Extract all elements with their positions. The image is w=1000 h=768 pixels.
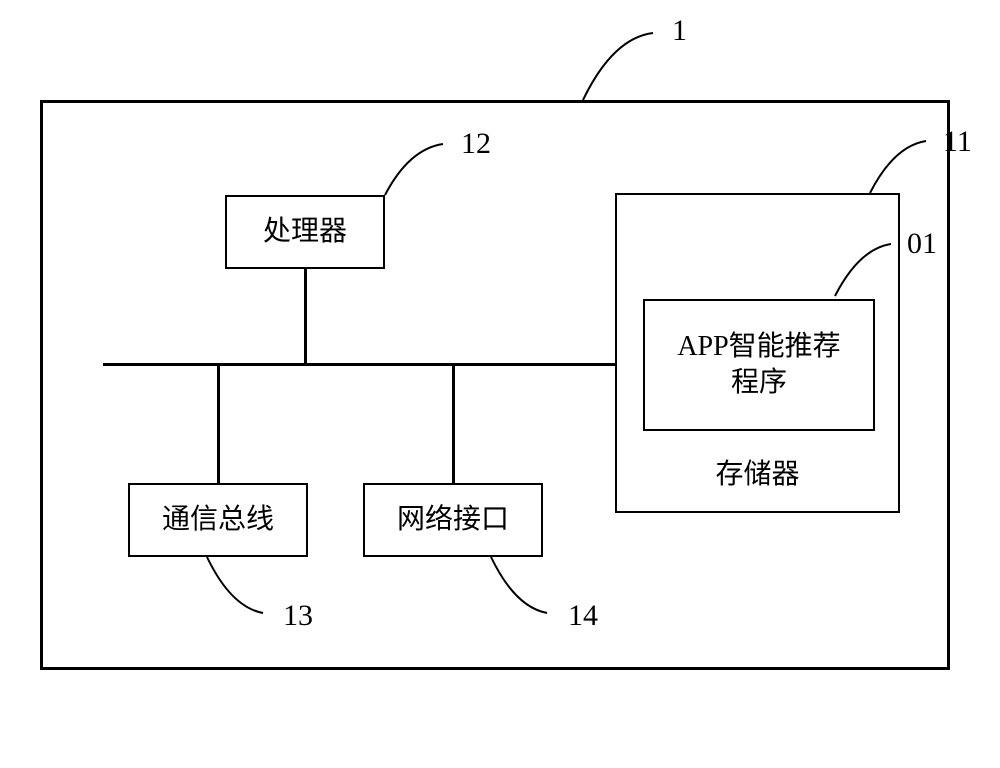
- net-block: 网络接口: [363, 483, 543, 557]
- processor-connector: [304, 269, 307, 365]
- bus-block: 通信总线: [128, 483, 308, 557]
- annotation-bus: 13: [283, 599, 313, 633]
- net-connector: [452, 363, 455, 483]
- memory-label: 存储器: [617, 457, 898, 493]
- bus-connector: [217, 363, 220, 483]
- bus-label: 通信总线: [162, 502, 274, 538]
- leader-device: [583, 30, 663, 102]
- leader-processor: [385, 141, 455, 201]
- net-label: 网络接口: [397, 502, 509, 538]
- program-label-line1: APP智能推荐: [677, 331, 840, 362]
- leader-net: [491, 557, 561, 619]
- device-container: 处理器 APP智能推荐 程序 存储器 通信总线 网络接口 12 11 0: [40, 100, 950, 670]
- program-label-line2: 程序: [731, 367, 787, 398]
- processor-block: 处理器: [225, 195, 385, 269]
- memory-block: APP智能推荐 程序 存储器: [615, 193, 900, 513]
- annotation-device: 1: [672, 14, 687, 48]
- annotation-processor: 12: [461, 127, 491, 161]
- annotation-memory: 11: [943, 125, 972, 159]
- program-block: APP智能推荐 程序: [643, 299, 875, 431]
- processor-label: 处理器: [263, 214, 347, 250]
- annotation-program: 01: [907, 227, 937, 261]
- leader-bus: [207, 557, 277, 619]
- bus-line-horizontal: [103, 363, 615, 366]
- leader-memory: [870, 138, 936, 198]
- annotation-net: 14: [568, 599, 598, 633]
